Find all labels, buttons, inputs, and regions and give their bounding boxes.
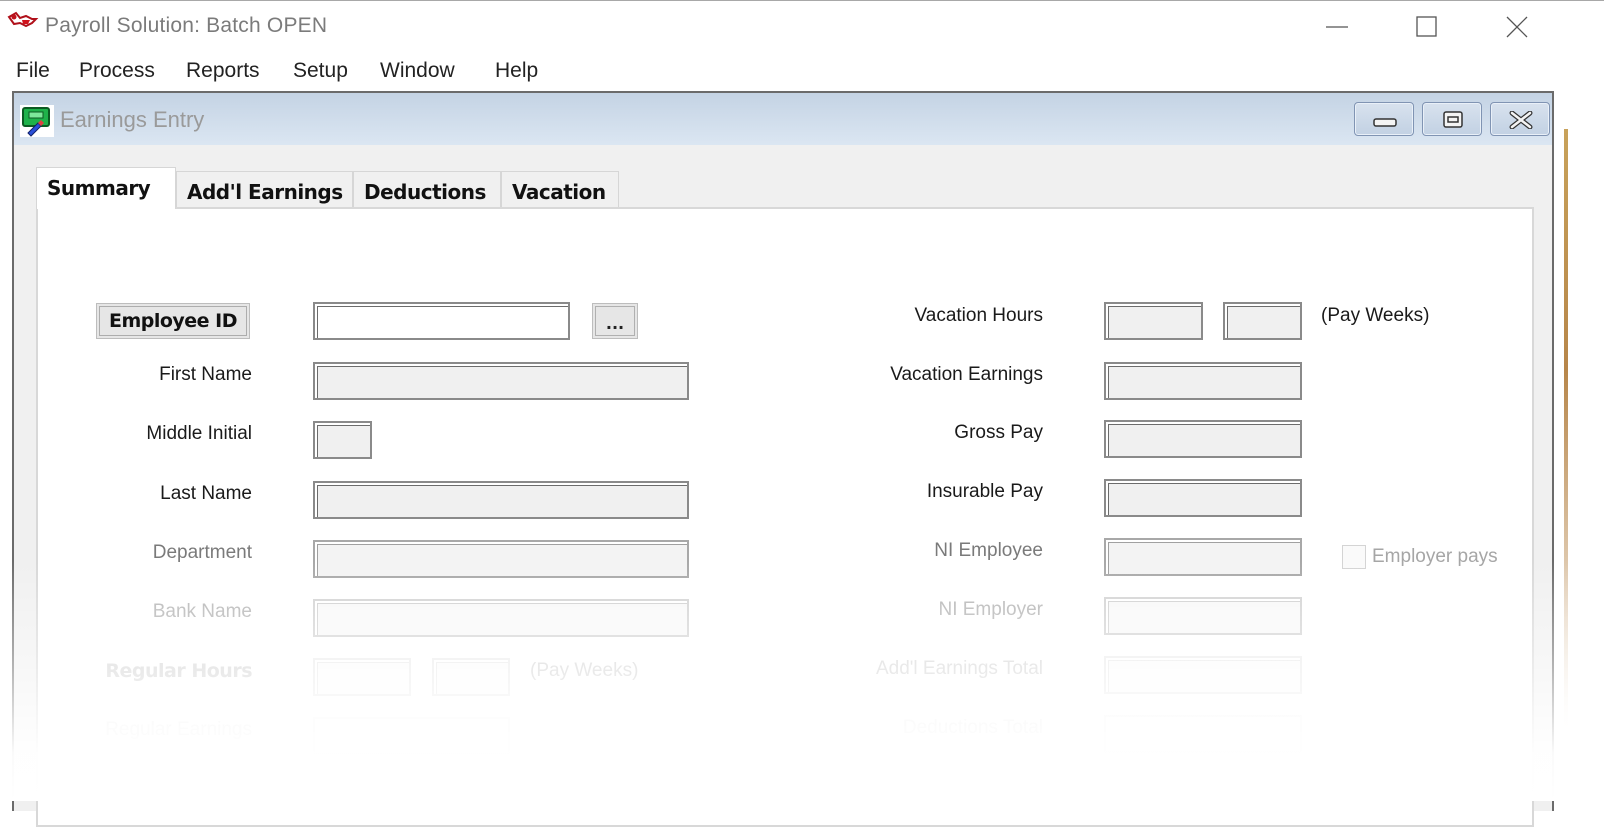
menu-help[interactable]: Help: [495, 59, 538, 83]
close-icon: [1509, 111, 1533, 129]
regular-earnings-label: Regular Earnings: [105, 719, 252, 740]
menu-window[interactable]: Window: [380, 59, 455, 83]
employee-id-input[interactable]: [315, 304, 568, 338]
gross-pay-field: [1104, 420, 1302, 458]
last-name-field: [313, 481, 689, 519]
ni-employee-field: [1104, 538, 1302, 576]
app-maximize-button[interactable]: [1404, 9, 1450, 45]
app-title: Payroll Solution: Batch OPEN: [45, 14, 328, 37]
middle-initial-label: Middle Initial: [146, 423, 252, 444]
vacation-pay-weeks-label: (Pay Weeks): [1321, 305, 1430, 326]
employee-lookup-button[interactable]: ...: [592, 303, 638, 339]
department-field: [313, 540, 689, 578]
payroll-app-icon: [7, 11, 39, 28]
deductions-total-field: [1104, 715, 1302, 753]
middle-initial-field: [313, 421, 372, 459]
gross-pay-label: Gross Pay: [954, 422, 1043, 443]
deductions-total-label: Deductions Total: [902, 717, 1043, 738]
vacation-earnings-field: [1104, 362, 1302, 400]
department-label: Department: [152, 542, 252, 563]
bank-name-field: [313, 599, 689, 637]
earnings-entry-icon: [20, 105, 54, 137]
insurable-pay-label: Insurable Pay: [926, 481, 1043, 502]
employer-pays-checkbox[interactable]: [1342, 545, 1366, 569]
app-minimize-button[interactable]: [1314, 9, 1360, 45]
regular-earnings-field: [313, 717, 510, 755]
minimize-icon: [1373, 118, 1397, 127]
last-name-label: Last Name: [160, 483, 252, 504]
child-restore-button[interactable]: [1422, 102, 1482, 136]
close-icon: [1506, 16, 1528, 38]
tab-deductions[interactable]: Deductions: [353, 171, 501, 207]
menu-setup[interactable]: Setup: [293, 59, 348, 83]
addl-earnings-total-field: [1104, 656, 1302, 694]
summary-tab-panel: [36, 207, 1534, 827]
menu-file[interactable]: File: [16, 59, 50, 83]
app-titlebar: Payroll Solution: Batch OPEN: [0, 1, 1604, 53]
vacation-hours-field: [1104, 302, 1203, 340]
ni-employer-field: [1104, 597, 1302, 635]
tab-addl-earnings[interactable]: Add'l Earnings: [176, 171, 353, 207]
employer-pays-label: Employer pays: [1372, 546, 1498, 567]
restore-icon: [1443, 111, 1463, 128]
employee-id-field[interactable]: [313, 302, 570, 340]
first-name-field: [313, 362, 689, 400]
child-titlebar: Earnings Entry: [14, 93, 1552, 145]
menu-bar: File Process Reports Setup Window Help: [0, 55, 1604, 89]
menu-reports[interactable]: Reports: [186, 59, 260, 83]
regular-pay-weeks-label: (Pay Weeks): [530, 660, 639, 681]
child-title: Earnings Entry: [60, 107, 205, 132]
first-name-label: First Name: [159, 364, 252, 385]
minimize-icon: [1326, 26, 1348, 28]
ni-employer-label: NI Employer: [938, 599, 1043, 620]
maximize-icon: [1416, 16, 1437, 37]
regular-pay-weeks-field[interactable]: [432, 658, 510, 696]
regular-hours-field[interactable]: [313, 658, 411, 696]
earnings-entry-window: Earnings Entry Summary Add'l Earnings De…: [12, 91, 1554, 827]
tab-vacation[interactable]: Vacation: [501, 171, 619, 207]
employee-id-button[interactable]: Employee ID: [96, 303, 250, 339]
desktop-edge: [1564, 129, 1568, 729]
bank-name-label: Bank Name: [152, 601, 252, 622]
app-close-button[interactable]: [1494, 9, 1540, 45]
vacation-earnings-label: Vacation Earnings: [890, 364, 1043, 385]
insurable-pay-field: [1104, 479, 1302, 517]
regular-hours-label: Regular Hours: [105, 660, 252, 682]
menu-process[interactable]: Process: [79, 59, 155, 83]
vacation-pay-weeks-field: [1223, 302, 1302, 340]
child-minimize-button[interactable]: [1354, 102, 1414, 136]
payroll-app-window: Payroll Solution: Batch OPEN File Proces…: [0, 0, 1604, 827]
addl-earnings-total-label: Add'l Earnings Total: [876, 658, 1043, 679]
vacation-hours-label: Vacation Hours: [914, 305, 1044, 326]
ni-employee-label: NI Employee: [934, 540, 1043, 561]
child-close-button[interactable]: [1490, 102, 1550, 136]
tab-summary[interactable]: Summary: [36, 167, 176, 209]
